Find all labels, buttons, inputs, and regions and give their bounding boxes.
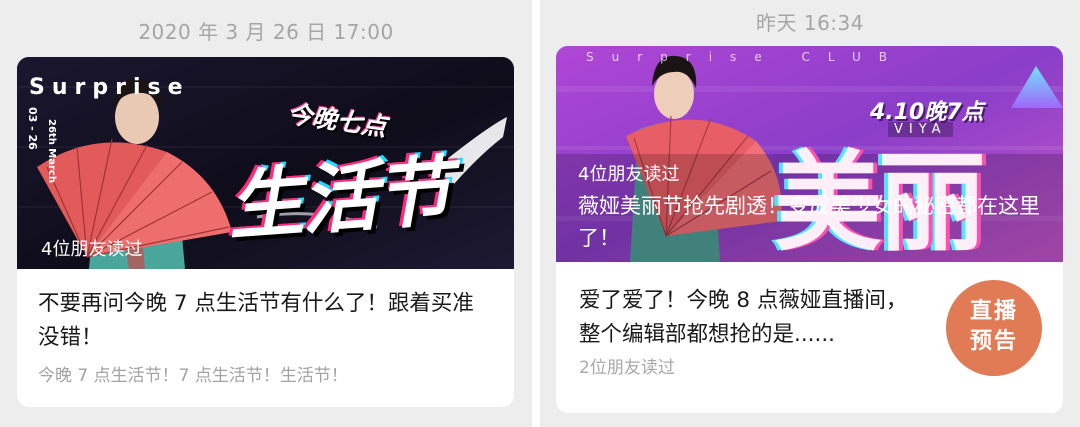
- cover-date-number: 03 - 26: [26, 107, 39, 150]
- cover-brand-text: Surprise: [29, 75, 190, 100]
- chat-panel-right: 昨天 16:34 Surprise CLUB 美丽 4.10晚7点 VIYA 4…: [540, 0, 1080, 427]
- article-title[interactable]: 不要再问今晚 7 点生活节有什么了！跟着买准没错！: [38, 287, 494, 355]
- badge-line-2: 预告: [969, 329, 1018, 354]
- article-card-body: 不要再问今晚 7 点生活节有什么了！跟着买准没错！ 今晚 7 点生活节！7 点生…: [17, 269, 514, 388]
- cover-date-english: 26th March: [46, 119, 57, 183]
- chat-panel-left: 2020 年 3 月 26 日 17:00 Surprise 26th Marc…: [0, 0, 532, 427]
- article-cover-image: Surprise 26th March 03 - 26 今晚七点 生活节 4位朋…: [17, 57, 514, 269]
- badge-line-1: 直播: [969, 299, 1018, 324]
- article-cover-image: Surprise CLUB 美丽节 4.10晚7点 VIYA 4位朋友读过 薇娅…: [556, 46, 1063, 262]
- cover-sub-text: VIYA: [888, 122, 953, 137]
- article-digest: 今晚 7 点生活节！7 点生活节！生活节！: [38, 366, 348, 386]
- message-timestamp: 昨天 16:34: [756, 11, 864, 35]
- message-timestamp: 2020 年 3 月 26 日 17:00: [138, 20, 394, 44]
- friends-read-count: 4位朋友读过: [41, 239, 143, 260]
- live-preview-badge[interactable]: 直播 预告: [946, 280, 1042, 376]
- friends-read-count: 4位朋友读过: [578, 164, 680, 185]
- article-title[interactable]: 爱了爱了！今晚 8 点薇娅直播间，整个编辑部都想抢的是......: [579, 284, 919, 352]
- article-card[interactable]: Surprise CLUB 美丽节 4.10晚7点 VIYA 4位朋友读过 薇娅…: [556, 46, 1063, 413]
- cover-headline-big: 生活节: [224, 146, 453, 251]
- cover-brand-text: Surprise CLUB: [586, 50, 905, 64]
- article-card[interactable]: Surprise 26th March 03 - 26 今晚七点 生活节 4位朋…: [17, 57, 514, 407]
- cover-article-title[interactable]: 薇娅美丽节抢先剧透！变成美少女的秘密都在这里了！: [578, 190, 1048, 254]
